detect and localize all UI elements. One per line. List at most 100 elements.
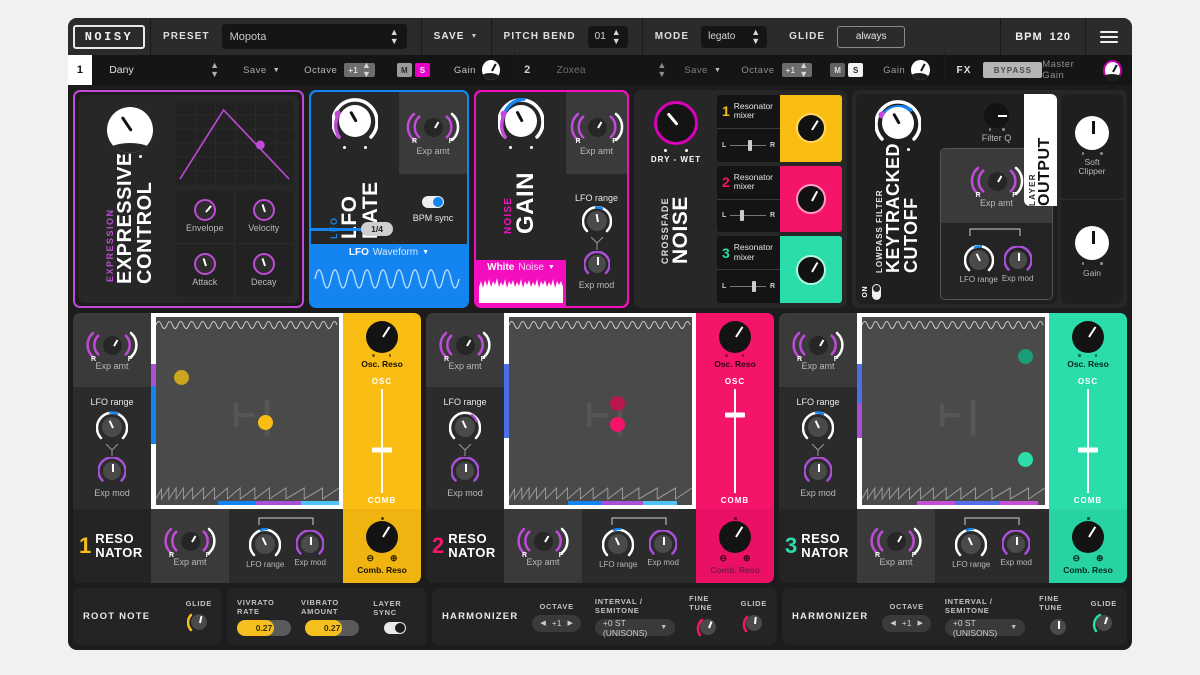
harmonizer-2-octave-control[interactable]: OCTAVE ◀ +1 ▶ xyxy=(882,602,931,632)
master-gain-knob[interactable] xyxy=(1102,59,1123,81)
res-3-bottom-exp-amt[interactable]: R F Exp amt xyxy=(857,509,935,583)
res-2-exp-mod-bottom[interactable]: Exp mod xyxy=(647,530,679,568)
lfo-rate-value[interactable]: 1/4 xyxy=(361,222,393,236)
res-1-top-exp-amt[interactable]: R F Exp amt xyxy=(73,313,151,387)
root-note-glide-control[interactable]: GLIDE xyxy=(186,599,212,634)
res-3-exp-mod-knob[interactable] xyxy=(804,456,832,485)
harmonizer-2-octave-select[interactable]: ◀ +1 ▶ xyxy=(882,614,931,632)
res-2-osc-reso-control[interactable]: Osc. Reso xyxy=(714,313,756,369)
res-2-lfo-range-knob[interactable] xyxy=(449,411,481,443)
res-1-osc-reso-control[interactable]: Osc. Reso xyxy=(361,313,403,369)
cutoff-knob[interactable] xyxy=(875,100,921,146)
layer-1-gain-knob[interactable] xyxy=(481,60,501,80)
fx-bypass-button[interactable]: BYPASS xyxy=(983,62,1043,78)
bpm-display[interactable]: BPM 120 xyxy=(1001,31,1085,43)
chevron-updown-icon[interactable]: ▲ ▼ xyxy=(210,61,219,79)
layer-2-octave-stepper[interactable]: +1 ▲ ▼ xyxy=(781,61,813,79)
harmonizer-1-octave-select[interactable]: ◀ +1 ▶ xyxy=(532,614,581,632)
res-1-comb-reso-control[interactable]: ⊖ ⊕ Comb. Reso xyxy=(343,509,421,583)
mode-select[interactable]: legato ▲ ▼ xyxy=(701,25,768,48)
minus-icon[interactable]: ⊖ xyxy=(1072,553,1080,564)
mixer-1-pan-slider[interactable]: L R xyxy=(717,129,780,162)
harmonizer-2-interval-control[interactable]: INTERVAL / SEMITONE +0 ST (UNISONS) ▼ xyxy=(944,597,1026,638)
res-3-lfo-range-bottom[interactable]: LFO range xyxy=(952,528,990,570)
res-2-comb-reso-control[interactable]: ⊖ ⊕ Comb. Reso xyxy=(696,509,774,583)
bpm-sync-control[interactable]: BPM sync xyxy=(399,174,467,244)
plus-icon[interactable]: ⊕ xyxy=(390,553,398,564)
res-2-osc-comb-fader[interactable]: OSC COMB xyxy=(696,373,774,510)
filter-on-toggle[interactable]: ON xyxy=(862,284,881,300)
res-3-dot-b[interactable] xyxy=(1017,452,1033,468)
res-3-exp-mod-bottom[interactable]: Exp mod xyxy=(1000,530,1032,568)
layer-sync-toggle[interactable] xyxy=(384,622,407,634)
filter-exp-mod-control[interactable]: Exp mod xyxy=(1002,246,1033,284)
res-2-top-exp-amt[interactable]: R F Exp amt xyxy=(426,313,504,387)
res-1-xy-pad[interactable]: ⊢| xyxy=(156,313,343,509)
layer-1-solo-button[interactable]: S xyxy=(414,63,430,77)
noise-exp-mod-knob[interactable] xyxy=(583,251,610,277)
expression-curve-display[interactable] xyxy=(176,101,293,185)
bpm-sync-toggle[interactable] xyxy=(422,195,444,208)
res-1-lfo-range-knob[interactable] xyxy=(96,411,128,443)
harmonizer-2-glide-control[interactable]: GLIDE xyxy=(1091,599,1117,635)
preset-select[interactable]: Mopota ▲ ▼ xyxy=(221,24,407,49)
crossfade-knob[interactable] xyxy=(654,101,698,145)
vibrato-rate-slider[interactable]: 0.27 xyxy=(237,619,291,636)
layer-1-name[interactable]: Dany xyxy=(99,64,210,76)
harmonizer-1-interval-select[interactable]: +0 ST (UNISONS) ▼ xyxy=(594,618,676,638)
lfo-rate-knob[interactable] xyxy=(332,98,378,144)
res-1-exp-mod-bottom[interactable]: Exp mod xyxy=(294,530,326,568)
plus-icon[interactable]: ⊕ xyxy=(743,553,751,564)
noise-type-select[interactable]: White Noise ▼ xyxy=(487,260,555,275)
res-1-lfo-range-bottom[interactable]: LFO range xyxy=(246,528,284,570)
res-3-comb-reso-control[interactable]: ⊖ ⊕ Comb. Reso xyxy=(1049,509,1127,583)
lfo-waveform-section[interactable]: LFO Waveform ▼ xyxy=(311,244,467,306)
filter-lfo-range-control[interactable]: LFO range xyxy=(960,245,998,285)
vibrato-amount-slider[interactable]: 0.27 xyxy=(305,619,360,636)
res-2-dot-b[interactable] xyxy=(609,416,625,432)
harmonizer-2-fine-tune-control[interactable]: FINE TUNE xyxy=(1039,594,1076,639)
res-3-lfo-range-knob[interactable] xyxy=(802,411,834,443)
output-gain-control[interactable]: Gain xyxy=(1061,200,1123,305)
res-2-exp-mod-knob[interactable] xyxy=(451,456,479,485)
res-2-xy-pad[interactable]: ⊢| xyxy=(509,313,696,509)
layer-sync-control[interactable]: LAYER SYNC xyxy=(373,599,417,634)
decay-knob-cell[interactable]: Decay xyxy=(235,244,294,298)
velocity-knob-cell[interactable]: Velocity xyxy=(234,190,293,244)
save-preset-button[interactable]: SAVE ▼ xyxy=(422,31,491,42)
res-2-lfo-range-bottom[interactable]: LFO range xyxy=(599,528,637,570)
res-1-exp-mod-knob[interactable] xyxy=(98,456,126,485)
plus-icon[interactable]: ⊕ xyxy=(1096,553,1104,564)
noise-exp-amt-control[interactable]: R F Exp amt xyxy=(566,92,627,174)
vibrato-amount-control[interactable]: VIBRATO AMOUNT 0.27 xyxy=(301,598,363,636)
noise-type-section[interactable]: White Noise ▼ xyxy=(476,260,566,306)
layer-1-number[interactable]: 1 xyxy=(68,55,92,85)
layer-1-save-button[interactable]: Save ▼ xyxy=(219,65,280,76)
layer-2-save-button[interactable]: Save ▼ xyxy=(666,65,721,76)
layer-1-octave-stepper[interactable]: +1 ▲ ▼ xyxy=(344,61,375,79)
res-2-dot-a[interactable] xyxy=(609,395,625,411)
layer-2-name[interactable]: Zoxea xyxy=(546,64,657,76)
mixer-2-level-knob[interactable] xyxy=(780,165,842,233)
layer-2-gain-knob[interactable] xyxy=(911,60,930,80)
mixer-1-level-knob[interactable] xyxy=(780,95,842,162)
noise-gain-knob[interactable] xyxy=(498,98,544,144)
mixer-3-level-knob[interactable] xyxy=(780,236,842,304)
layer-1-mute-button[interactable]: M xyxy=(396,63,412,77)
res-1-bottom-exp-amt[interactable]: R F Exp amt xyxy=(151,509,229,583)
lfo-waveform-select[interactable]: LFO Waveform ▼ xyxy=(349,247,429,258)
chevron-updown-icon[interactable]: ▲ ▼ xyxy=(657,61,666,79)
layer-2-mute-button[interactable]: M xyxy=(830,63,846,77)
minus-icon[interactable]: ⊖ xyxy=(719,553,727,564)
envelope-knob-cell[interactable]: Envelope xyxy=(176,190,235,244)
layer-2-solo-button[interactable]: S xyxy=(848,63,864,77)
mixer-3-pan-slider[interactable]: L R xyxy=(717,270,780,303)
glide-mode-button[interactable]: always xyxy=(837,25,906,48)
hamburger-icon[interactable] xyxy=(1100,30,1118,43)
harmonizer-1-fine-tune-control[interactable]: FINE TUNE xyxy=(689,594,726,639)
harmonizer-2-interval-select[interactable]: +0 ST (UNISONS) ▼ xyxy=(944,618,1026,638)
harmonizer-1-interval-control[interactable]: INTERVAL / SEMITONE +0 ST (UNISONS) ▼ xyxy=(594,597,676,638)
harmonizer-1-glide-control[interactable]: GLIDE xyxy=(741,599,767,635)
res-3-osc-reso-control[interactable]: Osc. Reso xyxy=(1067,313,1109,369)
res-1-osc-comb-fader[interactable]: OSC COMB xyxy=(343,373,421,510)
